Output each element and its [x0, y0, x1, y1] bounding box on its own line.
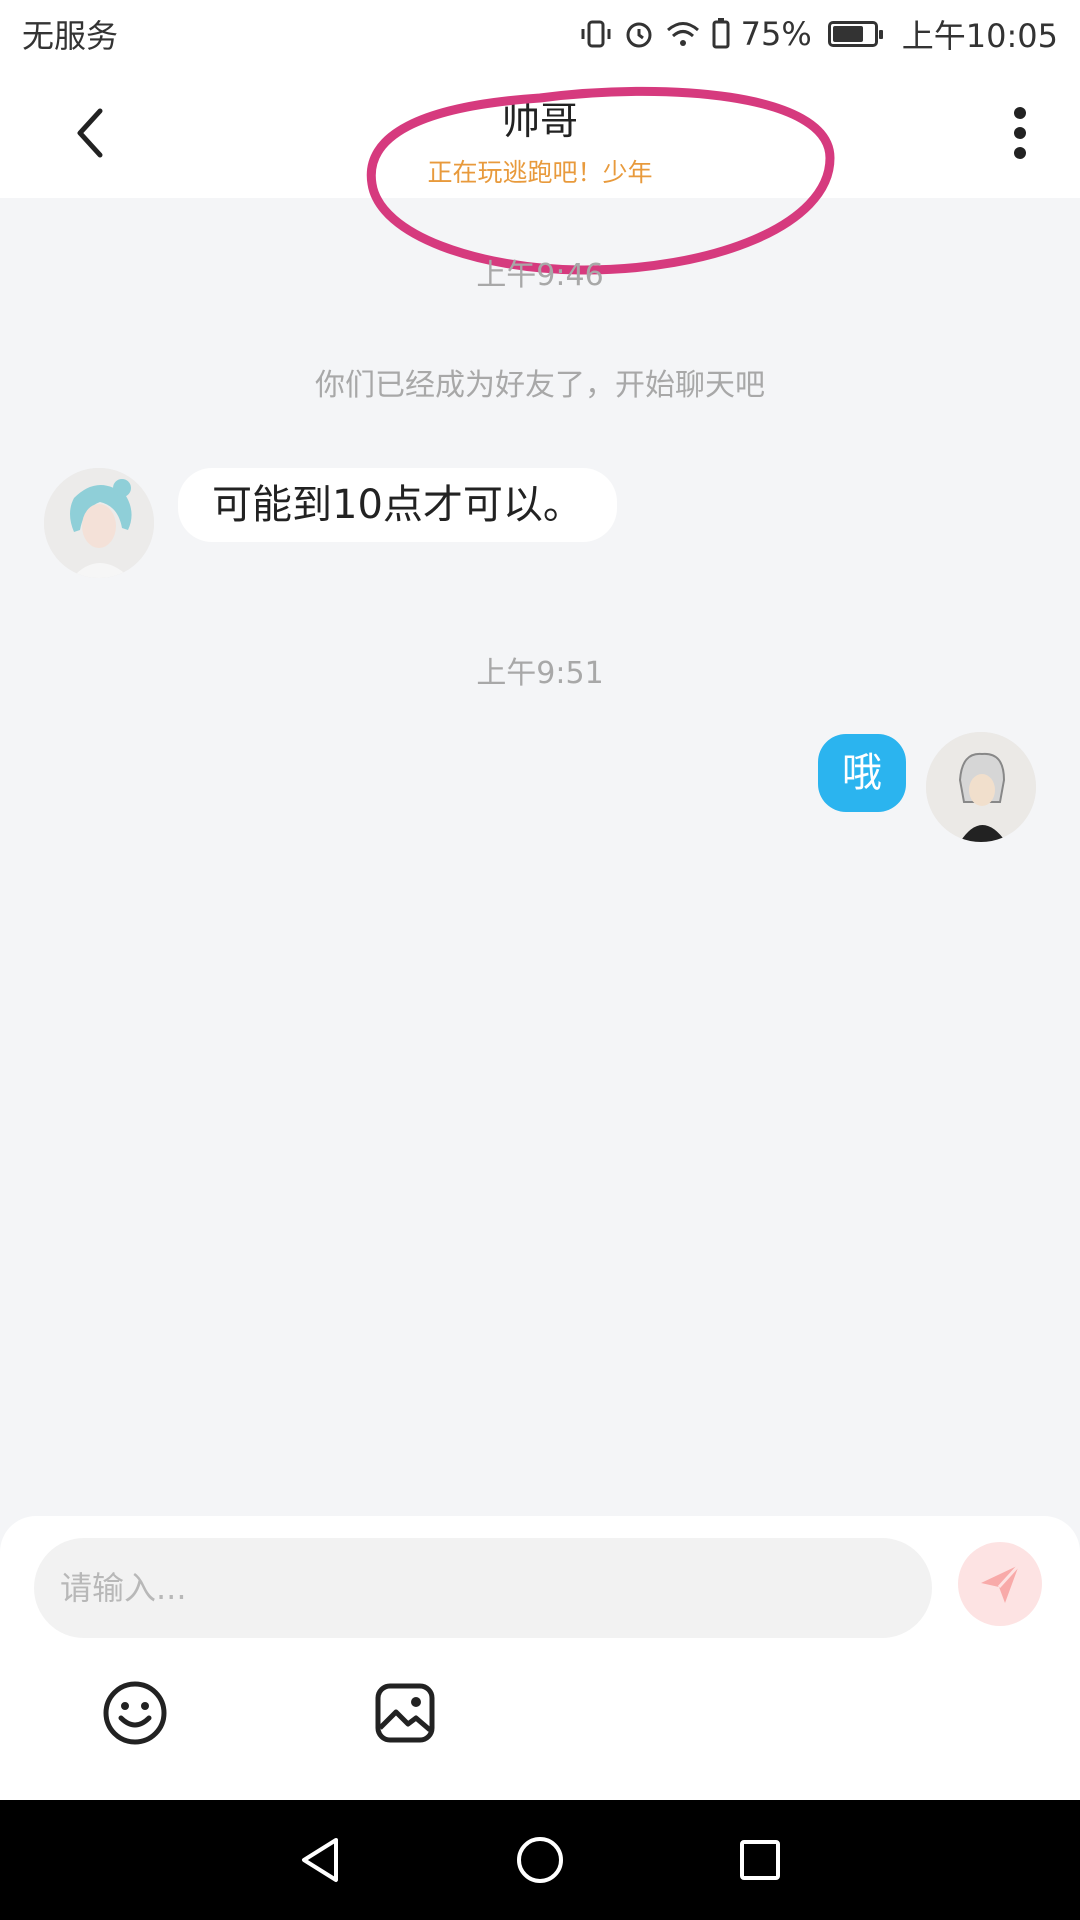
message-timestamp: 上午9:51 — [476, 656, 604, 691]
clock-label: 上午10:05 — [901, 17, 1058, 55]
user-avatar[interactable] — [926, 732, 1036, 842]
outgoing-message-bubble[interactable]: 哦 — [818, 734, 906, 812]
nav-recents-button[interactable] — [730, 1830, 790, 1890]
chat-screen: 无服务 75% 上午10:05 帅哥 正在玩逃跑吧！少年 上午9:46 你们已经… — [0, 0, 1080, 1920]
wifi-icon — [665, 19, 701, 49]
incoming-message-bubble[interactable]: 可能到10点才可以。 — [178, 468, 617, 542]
more-vertical-icon — [1014, 107, 1026, 159]
back-triangle-icon — [302, 1838, 338, 1882]
system-message: 你们已经成为好友了，开始聊天吧 — [315, 368, 765, 403]
system-navigation-bar — [0, 1800, 1080, 1920]
send-icon — [981, 1563, 1021, 1603]
battery-level-fill — [832, 26, 863, 42]
chat-header: 帅哥 正在玩逃跑吧！少年 — [0, 68, 1080, 275]
contact-avatar[interactable] — [44, 468, 154, 578]
more-options-button[interactable] — [990, 98, 1050, 168]
message-list[interactable]: 上午9:46 你们已经成为好友了，开始聊天吧 可能到10点才可以。 上午9:51… — [0, 198, 1080, 1516]
vibrate-icon — [579, 17, 613, 51]
nav-back-button[interactable] — [290, 1830, 350, 1890]
contact-status: 正在玩逃跑吧！少年 — [427, 158, 653, 187]
send-button[interactable] — [958, 1542, 1042, 1626]
battery-percent: 75% — [740, 15, 812, 53]
composer-panel — [0, 1516, 1080, 1800]
nav-home-button[interactable] — [510, 1830, 570, 1890]
emoji-button[interactable] — [100, 1678, 170, 1748]
status-bar: 无服务 75% 上午10:05 — [0, 0, 1080, 68]
battery-saver-icon — [711, 18, 731, 50]
page-title: 帅哥 — [501, 99, 578, 143]
message-input[interactable] — [34, 1538, 932, 1638]
alarm-icon — [623, 18, 655, 50]
image-icon — [375, 1683, 435, 1743]
image-button[interactable] — [370, 1678, 440, 1748]
home-circle-icon — [517, 1837, 563, 1883]
status-icons: 75% 上午10:05 — [579, 11, 1058, 57]
battery-icon — [827, 21, 883, 47]
message-timestamp: 上午9:46 — [476, 258, 604, 293]
carrier-label: 无服务 — [22, 17, 119, 55]
header-title-group: 帅哥 正在玩逃跑吧！少年 — [0, 90, 1080, 189]
emoji-icon — [103, 1681, 167, 1745]
recents-square-icon — [740, 1840, 780, 1880]
